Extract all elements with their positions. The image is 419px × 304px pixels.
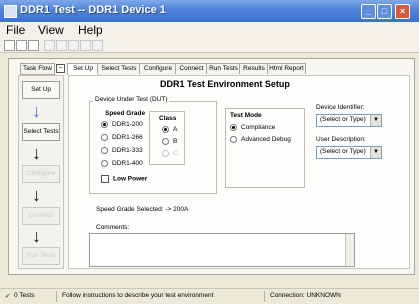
speed-grade-ddr1-333[interactable]: DDR1-333 bbox=[101, 147, 143, 154]
speed-grade-ddr1-400[interactable]: DDR1-400 bbox=[101, 160, 143, 167]
radio-selected-icon bbox=[230, 124, 237, 131]
title-bar: DDR1 Test -- DDR1 Device 1 _ □ × bbox=[0, 0, 419, 22]
status-divider bbox=[264, 291, 265, 302]
chevron-down-icon: ▼ bbox=[370, 115, 381, 126]
status-divider bbox=[56, 291, 57, 302]
task-step-set-up[interactable]: Set Up bbox=[22, 81, 60, 99]
maximize-button[interactable]: □ bbox=[377, 4, 392, 19]
task-step-configure[interactable]: Configure bbox=[22, 165, 60, 183]
tab-run-tests[interactable]: Run Tests bbox=[206, 63, 241, 74]
radio-icon bbox=[162, 150, 169, 157]
user-description-label: User Description: bbox=[316, 136, 366, 143]
tab-select-tests[interactable]: Select Tests bbox=[97, 63, 141, 74]
radio-icon bbox=[101, 147, 108, 154]
device-identifier-select[interactable]: (Select or Type) ▼ bbox=[316, 114, 382, 127]
status-bar: ✔ 0 Tests Follow instructions to describ… bbox=[0, 288, 419, 304]
task-step-run-tests[interactable]: Run Tests bbox=[22, 247, 60, 265]
radio-icon bbox=[101, 160, 108, 167]
class-c[interactable]: C bbox=[162, 150, 178, 157]
close-button[interactable]: × bbox=[395, 4, 410, 19]
tab-connect[interactable]: Connect bbox=[175, 63, 208, 74]
radio-icon bbox=[230, 136, 237, 143]
test-mode-label: Test Mode bbox=[230, 112, 262, 119]
speed-grade-ddr1-200[interactable]: DDR1-200 bbox=[101, 121, 143, 128]
menu-file[interactable]: File bbox=[6, 23, 25, 37]
user-description-select[interactable]: (Select or Type) ▼ bbox=[316, 146, 382, 159]
task-step-connect[interactable]: Connect bbox=[22, 207, 60, 225]
check-icon: ✔ bbox=[5, 293, 11, 300]
menu-bar: File View Help bbox=[0, 22, 419, 38]
low-power-checkbox[interactable]: Low Power bbox=[101, 175, 147, 183]
arrow-down-icon: ↓ bbox=[32, 226, 41, 246]
tool-icon[interactable] bbox=[92, 40, 103, 51]
checkbox-icon bbox=[101, 175, 109, 183]
task-flow-header: Task Flow bbox=[20, 63, 55, 75]
open-folder-icon[interactable] bbox=[16, 40, 27, 51]
radio-selected-icon bbox=[162, 126, 169, 133]
speed-grade-selected-text: Speed Grade Selected: -> 200A bbox=[96, 206, 189, 213]
test-mode-advanced-debug[interactable]: Advanced Debug bbox=[230, 136, 291, 143]
tool-icon[interactable] bbox=[80, 40, 91, 51]
class-b[interactable]: B bbox=[162, 138, 177, 145]
arrow-down-icon: ↓ bbox=[32, 143, 41, 163]
device-identifier-label: Device Identifier: bbox=[316, 104, 365, 111]
tab-configure[interactable]: Configure bbox=[139, 63, 177, 74]
speed-grade-ddr1-266[interactable]: DDR1-266 bbox=[101, 134, 143, 141]
chevron-down-icon: ▼ bbox=[370, 147, 381, 158]
app-icon bbox=[4, 5, 17, 18]
tool-icon[interactable] bbox=[44, 40, 55, 51]
speed-grade-label: Speed Grade bbox=[105, 110, 146, 117]
dut-label: Device Under Test (DUT) bbox=[93, 96, 170, 103]
test-mode-group bbox=[225, 108, 305, 188]
tab-results[interactable]: Results bbox=[239, 63, 269, 74]
arrow-down-icon: ↓ bbox=[32, 185, 41, 205]
radio-icon bbox=[162, 138, 169, 145]
tool-icon[interactable] bbox=[68, 40, 79, 51]
page-title: DDR1 Test Environment Setup bbox=[160, 79, 290, 89]
status-tests: 0 Tests bbox=[14, 292, 35, 299]
tool-icon[interactable] bbox=[56, 40, 67, 51]
status-message: Follow instructions to describe your tes… bbox=[62, 292, 214, 299]
tab-set-up[interactable]: Set Up bbox=[67, 63, 99, 75]
status-connection: Connection: UNKNOWN bbox=[270, 292, 341, 299]
save-icon[interactable] bbox=[28, 40, 39, 51]
radio-icon bbox=[101, 134, 108, 141]
new-file-icon[interactable] bbox=[4, 40, 15, 51]
minimize-button[interactable]: _ bbox=[361, 4, 376, 19]
comments-label: Comments: bbox=[96, 224, 130, 231]
window-title: DDR1 Test -- DDR1 Device 1 bbox=[20, 4, 166, 16]
comments-textarea[interactable] bbox=[89, 233, 355, 267]
menu-view[interactable]: View bbox=[38, 23, 64, 37]
menu-help[interactable]: Help bbox=[78, 23, 103, 37]
arrow-down-icon: ↓ bbox=[32, 101, 41, 121]
tab-html-report[interactable]: Html Report bbox=[267, 63, 306, 74]
class-a[interactable]: A bbox=[162, 126, 177, 133]
class-label: Class bbox=[159, 115, 177, 122]
test-mode-compliance[interactable]: Compliance bbox=[230, 124, 275, 131]
task-flow-label: Task Flow bbox=[23, 65, 52, 72]
comments-scrollbar[interactable] bbox=[345, 234, 354, 266]
toolbar bbox=[0, 38, 419, 53]
task-step-select-tests[interactable]: Select Tests bbox=[22, 123, 60, 141]
collapse-icon[interactable]: – bbox=[56, 64, 65, 73]
radio-selected-icon bbox=[101, 121, 108, 128]
